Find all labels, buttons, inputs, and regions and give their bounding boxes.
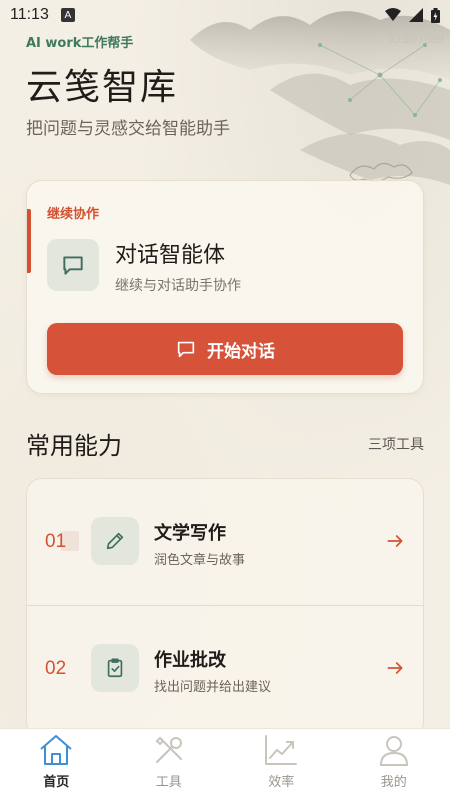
- signal-icon: [409, 8, 423, 22]
- home-icon: [40, 735, 72, 765]
- tools-list: 01 文学写作 润色文章与故事 02 作业批改 找出问题并给出建议: [26, 478, 424, 738]
- tool-row-writing[interactable]: 01 文学写作 润色文章与故事: [27, 479, 423, 605]
- chat-bubble-icon: [47, 239, 99, 291]
- nav-label-profile: 我的: [380, 775, 407, 790]
- tool-number: 01: [45, 531, 67, 552]
- chat-bubble-icon: [177, 341, 195, 358]
- page-subtitle: 把问题与灵感交给智能助手: [26, 119, 230, 139]
- user-icon: [379, 736, 408, 766]
- nav-item-profile[interactable]: 我的: [338, 729, 450, 800]
- tool-row-homework[interactable]: 02 作业批改 找出问题并给出建议: [27, 605, 423, 731]
- agent-title: 对话智能体: [115, 243, 226, 268]
- nav-label-tools: 工具: [155, 775, 182, 790]
- section-title: 常用能力: [26, 432, 122, 460]
- tool-name: 文学写作: [154, 523, 226, 544]
- arrow-right-icon[interactable]: [385, 658, 405, 678]
- status-icons: [385, 7, 440, 23]
- ink-mountain-decoration: [190, 11, 450, 185]
- start-chat-label: 开始对话: [207, 341, 275, 362]
- continue-card[interactable]: 继续协作 对话智能体 继续与对话助手协作 开始对话: [26, 180, 424, 394]
- section-meta: 三项工具: [368, 437, 424, 453]
- tool-name: 作业批改: [154, 650, 226, 671]
- bottom-nav: 首页 工具 效率 我的: [0, 728, 450, 800]
- notification-icon: A: [60, 8, 75, 22]
- page-title: 云笺智库: [26, 67, 179, 108]
- nav-item-tools[interactable]: 工具: [113, 729, 226, 800]
- device-id: ID:b07689: [388, 32, 444, 46]
- nav-label-efficiency: 效率: [268, 775, 295, 790]
- start-chat-button[interactable]: 开始对话: [47, 323, 403, 375]
- wifi-icon: [385, 8, 401, 21]
- nav-label-home: 首页: [43, 775, 70, 790]
- continue-label: 继续协作: [47, 207, 100, 222]
- brand-label: AI work工作帮手: [26, 36, 134, 51]
- tool-desc: 找出问题并给出建议: [154, 680, 272, 695]
- tools-icon: [155, 736, 182, 763]
- nav-item-home[interactable]: 首页: [0, 729, 113, 800]
- agent-desc: 继续与对话助手协作: [115, 278, 241, 294]
- nav-item-efficiency[interactable]: 效率: [225, 729, 338, 800]
- status-time: 11:13: [10, 6, 49, 23]
- tool-number: 02: [45, 658, 67, 679]
- pencil-icon: [91, 517, 139, 565]
- tool-desc: 润色文章与故事: [154, 553, 246, 568]
- status-bar: 11:13 A: [0, 0, 450, 30]
- arrow-right-icon[interactable]: [385, 531, 405, 551]
- battery-icon: [431, 7, 440, 23]
- checklist-icon: [91, 644, 139, 692]
- chart-icon: [265, 735, 298, 765]
- card-accent-bar: [27, 209, 31, 273]
